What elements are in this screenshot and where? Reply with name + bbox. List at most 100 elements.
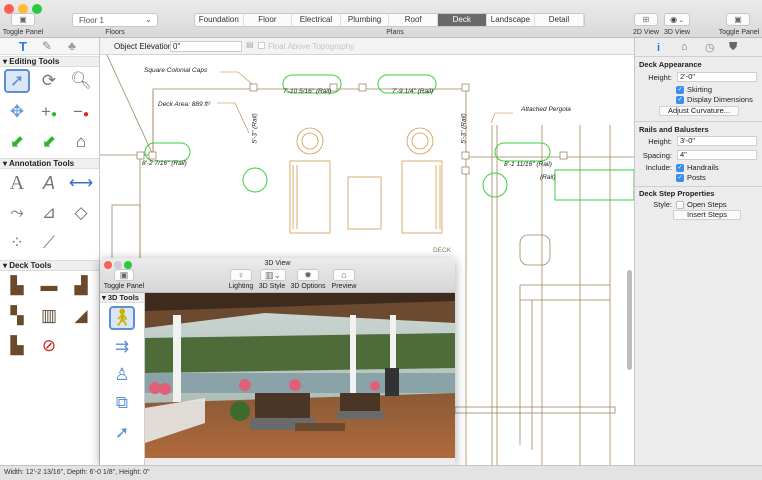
windows-icon: ⧉ xyxy=(115,393,129,412)
dimension-tool[interactable]: ⟷ xyxy=(68,171,94,195)
spacing-label: Spacing: xyxy=(642,151,672,160)
3d-style-button[interactable]: ▥⌄ xyxy=(260,269,286,281)
zoom-tool[interactable]: 🔍︎ xyxy=(68,69,94,93)
magnifier-icon: 🔍︎ xyxy=(70,71,92,90)
deck-stairs-tool[interactable]: ◢ xyxy=(68,304,94,328)
open-steps-label: Open Steps xyxy=(687,200,727,209)
tab-plumbing[interactable]: Plumbing xyxy=(341,14,390,26)
tab-landscape[interactable]: Landscape xyxy=(487,14,536,26)
orbit-tool[interactable]: ♙ xyxy=(109,363,135,387)
adjust-curvature-button[interactable]: Adjust Curvature... xyxy=(659,106,739,116)
dimension-label: 5'-3" (Rail) xyxy=(460,113,468,144)
tab-detail[interactable]: Detail xyxy=(535,14,584,26)
object-elevation-input[interactable]: 0" xyxy=(170,41,242,52)
green-arrow-corner-icon: ⬋ xyxy=(9,132,25,151)
3d-tools-header[interactable]: ▾ 3D Tools xyxy=(100,293,144,303)
timer-icon[interactable]: ◷ xyxy=(705,41,715,54)
text-tool[interactable]: A xyxy=(4,171,30,195)
pointer-arrow-icon: ➚ xyxy=(9,71,25,90)
3d-options-button[interactable]: ✹ xyxy=(297,269,319,281)
angle-dimension-tool[interactable]: ⊿ xyxy=(36,201,62,225)
floorplan-icon: ⊞ xyxy=(642,15,650,24)
callout-tool[interactable]: ⟋ xyxy=(36,231,62,255)
deck-platform-tool[interactable]: ▬ xyxy=(36,274,62,298)
float-checkbox[interactable] xyxy=(258,42,265,49)
3d-view-button[interactable]: ◉ ⌄ xyxy=(664,13,690,26)
open-steps-checkbox[interactable]: Open Steps xyxy=(676,200,727,209)
tree-tab-icon[interactable]: ♣ xyxy=(68,39,76,53)
3d-view-window: 3D View ▣ Toggle Panel ♀ Lighting ▥⌄ 3D … xyxy=(100,258,455,465)
select-tool[interactable]: ➚ xyxy=(4,69,30,93)
tab-roof[interactable]: Roof xyxy=(389,14,438,26)
letter-a-icon: A xyxy=(9,171,25,194)
spacing-input[interactable]: 4" xyxy=(677,150,757,160)
deck-bench-tool[interactable]: ▚ xyxy=(4,304,30,328)
toggle-panel-3d-button[interactable]: ▣ xyxy=(114,269,134,281)
panel-tabs: T ✎ ♣ xyxy=(0,38,99,55)
select-3d-tool[interactable]: ➚ xyxy=(109,421,135,445)
skirting-checkbox[interactable]: ✓ Skirting xyxy=(676,85,712,94)
no-deck-tool[interactable]: ⊘ xyxy=(36,334,62,358)
vertical-scrollbar[interactable] xyxy=(627,270,632,370)
move-tool[interactable]: ✥ xyxy=(4,100,30,124)
deck-area-callout: Deck Area: 889 ft² xyxy=(158,101,211,108)
rotate-tool[interactable]: ⟳ xyxy=(36,69,62,93)
toggle-panel-left-button[interactable]: ▣ xyxy=(11,13,35,26)
preview-label: Preview xyxy=(331,283,357,290)
editing-tools-header[interactable]: ▾ Editing Tools xyxy=(0,56,99,67)
calculator-icon[interactable]: ▤ xyxy=(246,40,254,49)
deck-pergola-tool[interactable]: ▟ xyxy=(68,274,94,298)
toggle-panel-right-button[interactable]: ▣ xyxy=(726,13,750,26)
checkbox-empty-icon xyxy=(676,200,684,209)
walkthrough-tool[interactable]: 🚶︎ xyxy=(109,306,135,330)
2d-view-button[interactable]: ⊞ xyxy=(634,13,658,26)
text-tools-tab-icon[interactable]: T xyxy=(19,39,27,54)
house-icon[interactable]: ⌂ xyxy=(681,41,688,53)
views-tool[interactable]: ⧉ xyxy=(109,391,135,415)
posts-checkbox[interactable]: ✓ Posts xyxy=(676,173,706,182)
handrails-checkbox[interactable]: ✓ Handrails xyxy=(676,163,719,172)
deck-railing-tool[interactable]: ▙ xyxy=(4,274,30,298)
dimension-label: (Rail) xyxy=(540,174,556,181)
tools-panel: T ✎ ♣ ▾ Editing Tools ➚ ⟳ 🔍︎ ✥ +● −● ⬋ ⬋… xyxy=(0,38,100,465)
rotated-text-tool[interactable]: A xyxy=(36,171,62,195)
floor-select[interactable]: Floor 1 ⌄ xyxy=(72,13,158,27)
letter-a-angled-icon: A xyxy=(42,172,55,193)
tab-electrical[interactable]: Electrical xyxy=(292,14,341,26)
tab-floor[interactable]: Floor xyxy=(244,14,293,26)
rail-height-input[interactable]: 3'-0" xyxy=(677,136,757,146)
annotation-tools-header[interactable]: ▾ Annotation Tools xyxy=(0,158,99,169)
camera-tool[interactable]: ⇉ xyxy=(109,335,135,359)
tab-deck[interactable]: Deck xyxy=(437,14,487,26)
insert-steps-button[interactable]: Insert Steps xyxy=(673,210,741,220)
divider xyxy=(635,56,762,57)
lighting-label: Lighting xyxy=(228,283,254,290)
dimension-line-tool[interactable]: ⤳ xyxy=(4,201,30,225)
deck-tools-header[interactable]: ▾ Deck Tools xyxy=(0,260,99,271)
house-split-tool[interactable]: ⌂ xyxy=(68,130,94,154)
callout-leaders xyxy=(217,71,513,134)
trim-corner-tool[interactable]: ⬋ xyxy=(36,130,62,154)
checkmark-icon: ✓ xyxy=(676,173,684,182)
pointer-arrow-icon: ➚ xyxy=(114,423,130,442)
tab-foundation[interactable]: Foundation xyxy=(195,14,244,26)
preview-button[interactable]: ⌂ xyxy=(333,269,355,281)
rail-height-label: Height: xyxy=(648,137,672,146)
material-icon[interactable]: ⛊ xyxy=(729,41,737,54)
handrails-label: Handrails xyxy=(687,163,719,172)
deck-steps-heading: Deck Step Properties xyxy=(639,189,715,198)
3d-render-viewport[interactable] xyxy=(145,293,455,458)
deck-fence-tool[interactable]: ▥ xyxy=(36,304,62,328)
lighting-button[interactable]: ♀ xyxy=(230,269,252,281)
info-icon[interactable]: i xyxy=(657,42,660,54)
extend-corner-tool[interactable]: ⬋ xyxy=(4,130,30,154)
add-point-tool[interactable]: +● xyxy=(36,100,62,124)
deck-height-input[interactable]: 2'-0" xyxy=(677,72,757,82)
paint-tab-icon[interactable]: ✎ xyxy=(42,39,52,53)
section-title: 3D Tools xyxy=(107,293,139,302)
box-dimension-tool[interactable]: ◇ xyxy=(68,201,94,225)
deck-steps-tool[interactable]: ▙ xyxy=(4,334,30,358)
display-dimensions-checkbox[interactable]: ✓ Display Dimensions xyxy=(676,95,753,104)
remove-point-tool[interactable]: −● xyxy=(68,100,94,124)
radial-dimension-tool[interactable]: ⁘ xyxy=(4,231,30,255)
